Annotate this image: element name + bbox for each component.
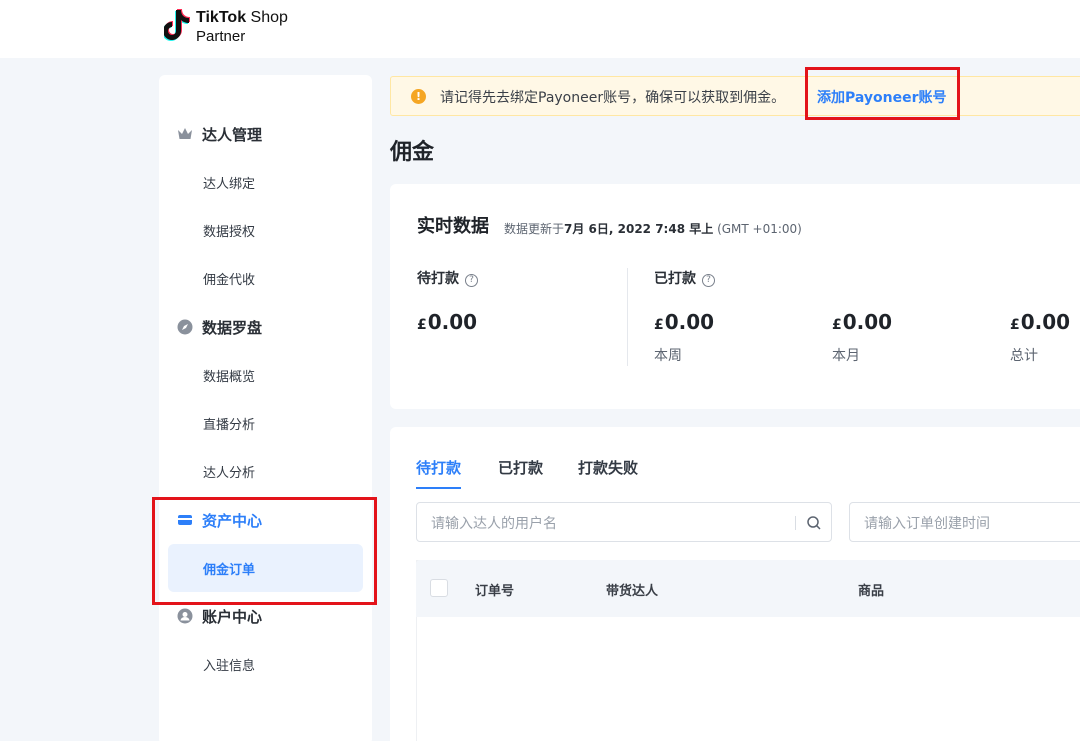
top-bar: TikTok Shop Partner — [0, 0, 1080, 58]
pending-amount: £0.00 — [417, 310, 477, 334]
pending-label: 待打款 — [417, 271, 459, 287]
sidebar-group-label: 数据罗盘 — [202, 318, 263, 337]
tab-payment-failed[interactable]: 打款失败 — [578, 457, 638, 487]
sidebar-item-label: 数据授权 — [203, 224, 256, 240]
tab-paid[interactable]: 已打款 — [498, 457, 543, 487]
compass-icon — [177, 319, 193, 335]
notice-text: 请记得先去绑定Payoneer账号，确保可以获取到佣金。 — [440, 90, 786, 106]
update-timezone: (GMT +01:00) — [717, 222, 802, 236]
currency-symbol: £ — [1010, 317, 1020, 333]
crown-icon — [178, 128, 192, 139]
creator-username-search-input[interactable]: 请输入达人的用户名 — [416, 502, 832, 542]
stat-divider — [627, 268, 628, 366]
sidebar-item-commission-collection[interactable]: 佣金代收 — [168, 254, 363, 302]
sidebar-item-label: 达人分析 — [203, 465, 256, 481]
page-title: 佣金 — [390, 140, 435, 165]
commission-orders-card: 待打款 已打款 打款失败 请输入达人的用户名 请输入订单创建时间 订单号 带货达… — [390, 427, 1080, 741]
order-date-input[interactable]: 请输入订单创建时间 — [849, 502, 1080, 542]
paid-month-amount: £0.00 — [832, 310, 892, 334]
column-product: 商品 — [858, 584, 885, 599]
sidebar-item-label: 数据概览 — [203, 369, 256, 385]
amount-value: 0.00 — [1020, 310, 1071, 334]
logo-partner: Partner — [196, 28, 246, 45]
amount-value: 0.00 — [664, 310, 715, 334]
tiktok-shop-partner-logo[interactable]: TikTok Shop Partner — [164, 8, 288, 46]
column-order-id: 订单号 — [475, 584, 515, 599]
sidebar-item-live-analysis[interactable]: 直播分析 — [168, 399, 363, 447]
realtime-data-card: 实时数据 数据更新于7月 6日, 2022 7:48 早上 (GMT +01:0… — [390, 184, 1080, 409]
update-prefix: 数据更新于 — [504, 222, 565, 236]
currency-symbol: £ — [832, 317, 842, 333]
amount-value: 0.00 — [842, 310, 893, 334]
input-separator — [795, 516, 796, 530]
payoneer-notice-banner: ! 请记得先去绑定Payoneer账号，确保可以获取到佣金。 添加Payonee… — [390, 76, 1080, 116]
amount-value: 0.00 — [427, 310, 478, 334]
warning-icon: ! — [411, 89, 426, 104]
sidebar-item-data-authorization[interactable]: 数据授权 — [168, 206, 363, 254]
paid-total-amount: £0.00 — [1010, 310, 1070, 334]
table-header: 订单号 带货达人 商品 — [416, 560, 1080, 617]
sidebar-group-creator-management[interactable]: 达人管理 — [159, 110, 372, 158]
sidebar-item-label: 达人绑定 — [203, 176, 256, 192]
paid-week-label: 本周 — [654, 348, 682, 364]
tiktok-logo-icon — [164, 9, 190, 41]
sidebar-group-data-compass[interactable]: 数据罗盘 — [159, 303, 372, 351]
help-icon[interactable]: ? — [465, 274, 478, 287]
sidebar-item-onboarding-info[interactable]: 入驻信息 — [168, 640, 363, 688]
sidebar: 达人管理 达人绑定 数据授权 佣金代收 数据罗盘 数据概览 直播分析 达人分析 … — [159, 75, 372, 741]
realtime-title: 实时数据 — [417, 216, 489, 237]
highlight-box-asset-center — [152, 497, 377, 605]
paid-total-label: 总计 — [1010, 348, 1038, 364]
sidebar-item-creator-binding[interactable]: 达人绑定 — [168, 158, 363, 206]
search-icon[interactable] — [806, 515, 822, 531]
paid-month-label: 本月 — [832, 348, 860, 364]
help-icon[interactable]: ? — [702, 274, 715, 287]
sidebar-item-label: 佣金代收 — [203, 272, 256, 288]
currency-symbol: £ — [654, 317, 664, 333]
highlight-box-payoneer-link — [805, 67, 960, 120]
tab-pending-payment[interactable]: 待打款 — [416, 457, 462, 489]
sidebar-item-data-overview[interactable]: 数据概览 — [168, 351, 363, 399]
logo-shop: Shop — [250, 9, 288, 26]
column-creator: 带货达人 — [606, 584, 659, 599]
logo-brand: TikTok — [196, 9, 247, 26]
sidebar-group-label: 达人管理 — [202, 125, 263, 144]
date-placeholder: 请输入订单创建时间 — [864, 516, 990, 532]
sidebar-item-label: 直播分析 — [203, 417, 256, 433]
paid-label: 已打款 — [654, 271, 696, 287]
sidebar-group-label: 账户中心 — [202, 607, 263, 626]
user-icon — [177, 608, 193, 624]
paid-header: 已打款? — [654, 268, 715, 288]
sidebar-item-label: 入驻信息 — [203, 658, 256, 674]
currency-symbol: £ — [417, 317, 427, 333]
update-time: 7月 6日, 2022 7:48 早上 — [564, 222, 714, 236]
sidebar-item-creator-analysis[interactable]: 达人分析 — [168, 447, 363, 495]
update-timestamp: 数据更新于7月 6日, 2022 7:48 早上 (GMT +01:00) — [504, 220, 802, 237]
paid-week-amount: £0.00 — [654, 310, 714, 334]
select-all-checkbox[interactable] — [430, 579, 448, 597]
search-placeholder: 请输入达人的用户名 — [431, 516, 557, 532]
pending-payment-header: 待打款? — [417, 268, 478, 288]
